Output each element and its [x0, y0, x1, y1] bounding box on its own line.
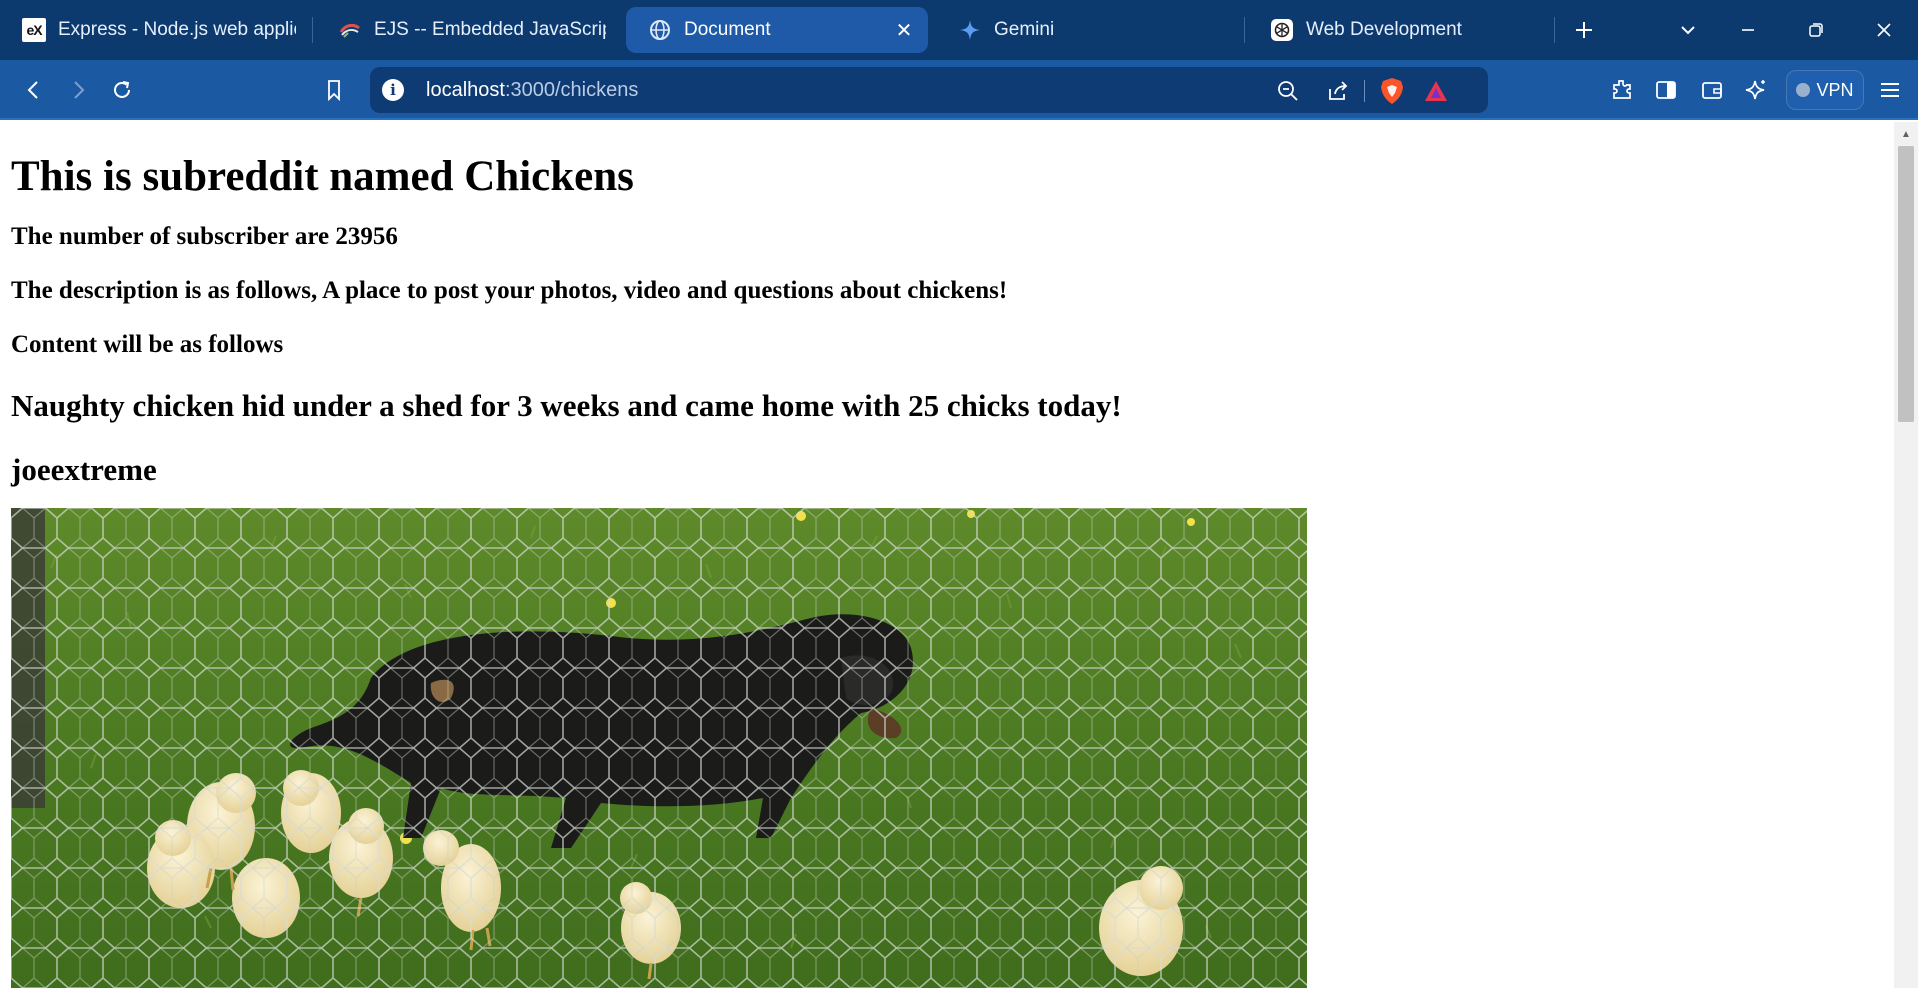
- content-intro: Content will be as follows: [11, 331, 284, 358]
- subscriber-count: The number of subscriber are 23956: [11, 223, 398, 250]
- reload-button[interactable]: [104, 72, 140, 108]
- openai-icon: [1270, 18, 1294, 42]
- globe-icon: [648, 18, 672, 42]
- post-image: [11, 508, 1307, 988]
- restore-icon: [1809, 23, 1823, 37]
- page-content: This is subreddit named Chickens The num…: [0, 152, 1894, 988]
- tab-ejs[interactable]: EJS -- Embedded JavaScript te: [316, 7, 618, 53]
- scroll-thumb[interactable]: [1898, 146, 1914, 422]
- chevron-down-icon: [1681, 26, 1695, 35]
- browser-toolbar: i localhost:3000/chickens VPN: [0, 60, 1918, 120]
- vpn-button[interactable]: VPN: [1786, 70, 1864, 110]
- plus-icon: [1576, 22, 1592, 38]
- express-favicon-icon: eX: [22, 18, 46, 42]
- url-divider: [1364, 80, 1365, 102]
- vpn-label: VPN: [1816, 79, 1854, 100]
- tab-search-button[interactable]: [1670, 12, 1706, 48]
- post-title: Naughty chicken hid under a shed for 3 w…: [11, 388, 1122, 423]
- page-heading: This is subreddit named Chickens: [11, 153, 634, 200]
- leo-ai-button[interactable]: [1738, 72, 1774, 108]
- new-tab-button[interactable]: [1566, 12, 1602, 48]
- main-menu-button[interactable]: [1872, 72, 1908, 108]
- tab-gemini[interactable]: Gemini: [936, 7, 1236, 53]
- tab-title: Web Development: [1306, 19, 1462, 40]
- scroll-up-arrow-icon[interactable]: ▲: [1894, 126, 1918, 142]
- subreddit-description: The description is as follows, A place t…: [11, 277, 1008, 304]
- ejs-favicon-icon: [338, 18, 362, 42]
- forward-button[interactable]: [60, 72, 96, 108]
- vpn-status-icon: [1796, 83, 1811, 97]
- brave-rewards-icon[interactable]: [1422, 77, 1450, 105]
- back-button[interactable]: [16, 72, 52, 108]
- post-author: joeextreme: [11, 452, 157, 487]
- tab-divider: [312, 17, 313, 43]
- sidebar-icon: [1656, 81, 1676, 99]
- address-bar[interactable]: i localhost:3000/chickens: [370, 67, 1488, 113]
- tab-title: Document: [684, 19, 771, 40]
- sparkle-icon: [1745, 80, 1765, 100]
- sidebar-button[interactable]: [1648, 72, 1684, 108]
- url-path: :3000/chickens: [504, 79, 639, 101]
- wallet-button[interactable]: [1694, 72, 1730, 108]
- gemini-sparkle-icon: [958, 18, 982, 42]
- arrow-right-icon: [74, 81, 85, 99]
- extensions-button[interactable]: [1604, 72, 1640, 108]
- reload-icon: [114, 81, 130, 98]
- wallet-icon: [1702, 82, 1722, 99]
- tab-web-development[interactable]: Web Development: [1248, 7, 1548, 53]
- url-text[interactable]: localhost:3000/chickens: [426, 79, 638, 102]
- tab-document[interactable]: Document ✕: [626, 7, 928, 53]
- tab-divider: [1244, 17, 1245, 43]
- close-tab-icon[interactable]: ✕: [892, 18, 916, 42]
- hamburger-menu-icon: [1881, 83, 1899, 97]
- tab-divider: [1554, 17, 1555, 43]
- arrow-left-icon: [27, 81, 38, 99]
- minimize-button[interactable]: [1730, 12, 1766, 48]
- page-viewport: This is subreddit named Chickens The num…: [0, 122, 1894, 988]
- site-info-icon[interactable]: i: [382, 79, 404, 101]
- tab-title: Gemini: [994, 19, 1055, 40]
- puzzle-icon: [1613, 80, 1631, 99]
- restore-button[interactable]: [1798, 12, 1834, 48]
- close-window-button[interactable]: [1866, 12, 1902, 48]
- bookmark-icon: [328, 80, 340, 101]
- tab-express[interactable]: eX Express - Node.js web applica: [0, 7, 308, 53]
- tab-strip: eX Express - Node.js web applica EJS -- …: [0, 0, 1918, 60]
- close-icon: [1877, 23, 1891, 37]
- page-scrollbar[interactable]: ▲: [1894, 122, 1918, 988]
- tab-title: EJS -- Embedded JavaScript te: [374, 19, 606, 40]
- zoom-icon[interactable]: [1274, 77, 1302, 105]
- bookmark-button[interactable]: [316, 72, 352, 108]
- url-host: localhost: [426, 79, 505, 101]
- share-icon[interactable]: [1324, 77, 1352, 105]
- minimize-icon: [1742, 29, 1754, 31]
- brave-shields-icon[interactable]: [1378, 77, 1406, 105]
- tab-title: Express - Node.js web applica: [58, 19, 296, 40]
